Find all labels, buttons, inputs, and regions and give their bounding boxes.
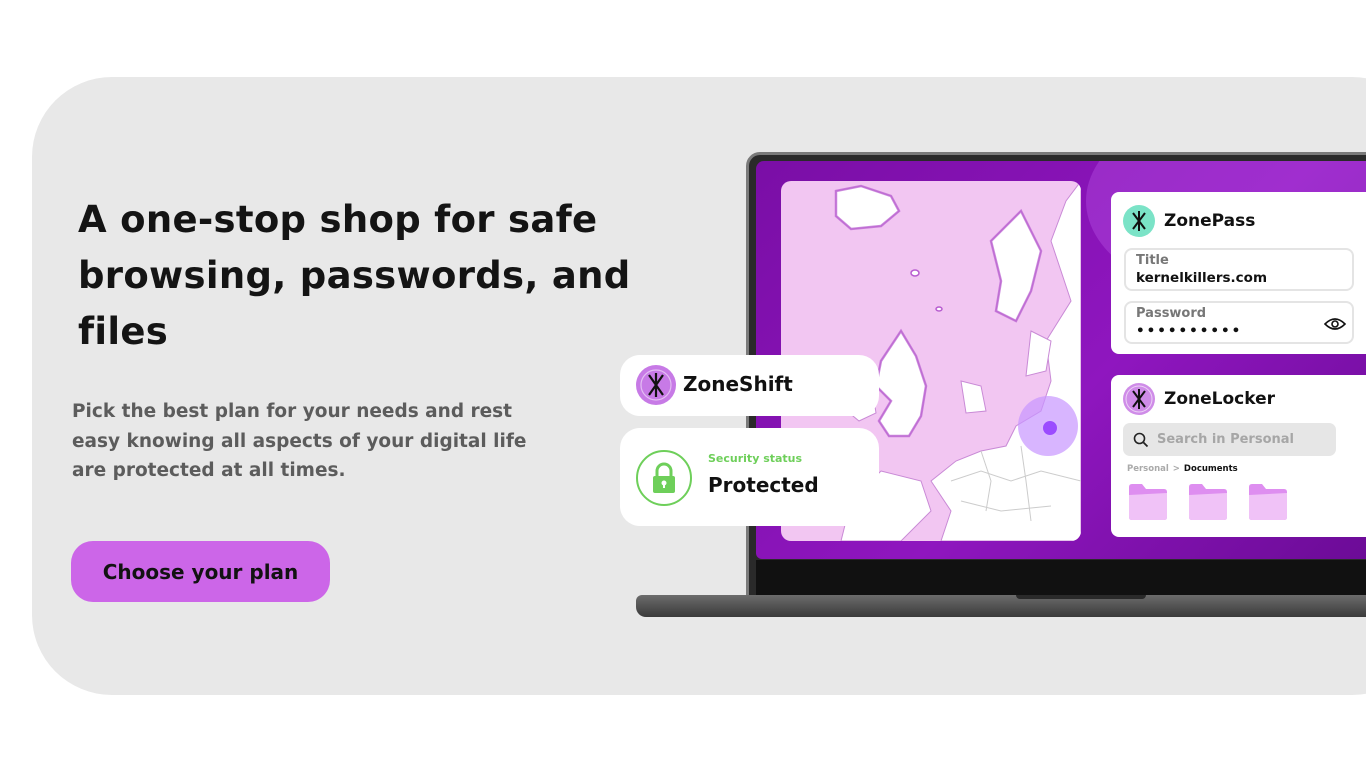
security-status-value: Protected: [708, 473, 819, 497]
title-field-value: kernelkillers.com: [1136, 270, 1268, 286]
laptop-base: [636, 595, 1366, 617]
search-bar: [1123, 423, 1336, 456]
laptop-keyboard: [756, 560, 1366, 598]
zonelocker-card: ZoneLocker Personal> Documents: [1111, 375, 1366, 537]
title-field-label: Title: [1136, 253, 1169, 268]
zonepass-logo-icon: [1123, 205, 1155, 237]
password-field[interactable]: Password ••••••••••: [1124, 301, 1354, 344]
zonepass-card: ZonePass Title kernelkillers.com Passwor…: [1111, 192, 1366, 354]
hero-headline: A one-stop shop for safe browsing, passw…: [78, 198, 631, 353]
choose-plan-button[interactable]: Choose your plan: [71, 541, 330, 602]
search-icon: [1133, 432, 1149, 452]
zoneshift-logo-icon: [636, 365, 676, 405]
breadcrumb-separator: >: [1172, 464, 1180, 474]
zonepass-title: ZonePass: [1164, 211, 1256, 231]
location-pin[interactable]: [1041, 419, 1059, 437]
hero-subtext: Pick the best plan for your needs and re…: [72, 401, 527, 481]
lock-icon: [653, 462, 675, 493]
zonelocker-title: ZoneLocker: [1164, 389, 1275, 409]
password-field-label: Password: [1136, 306, 1207, 321]
zoneshift-card: ZoneShift: [620, 355, 879, 416]
search-input[interactable]: [1157, 429, 1329, 449]
breadcrumb-documents[interactable]: Documents: [1184, 464, 1238, 474]
lock-circle: [636, 450, 692, 506]
security-status-card: Security status Protected: [620, 428, 879, 526]
folder-icon[interactable]: [1247, 483, 1289, 521]
security-status-label: Security status: [708, 452, 803, 465]
breadcrumb: Personal > Documents: [1127, 464, 1238, 474]
password-field-value: ••••••••••: [1136, 323, 1243, 339]
zoneshift-title: ZoneShift: [683, 372, 793, 396]
folder-icon[interactable]: [1127, 483, 1169, 521]
title-field[interactable]: Title kernelkillers.com: [1124, 248, 1354, 291]
folder-icon[interactable]: [1187, 483, 1229, 521]
zonelocker-logo-icon: [1123, 383, 1155, 415]
eye-icon[interactable]: [1323, 316, 1347, 335]
breadcrumb-personal[interactable]: Personal: [1127, 464, 1169, 474]
